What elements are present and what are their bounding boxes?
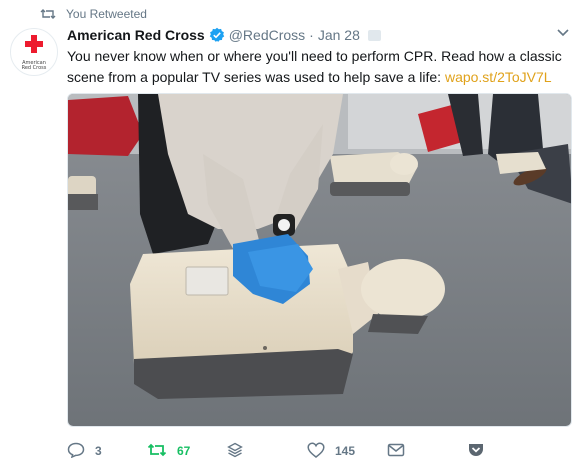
direct-message-button[interactable]: [387, 441, 405, 461]
user-handle[interactable]: @RedCross: [229, 27, 305, 43]
reply-count: 3: [95, 444, 102, 458]
verified-badge-icon: [209, 27, 225, 43]
translate-icon[interactable]: [367, 29, 381, 41]
header-separator: ·: [309, 27, 314, 43]
reply-button[interactable]: 3: [67, 441, 102, 461]
like-button[interactable]: 145: [307, 441, 355, 461]
retweet-context: You Retweeted: [40, 6, 147, 22]
retweet-context-label: You Retweeted: [66, 7, 147, 21]
tweet-link[interactable]: wapo.st/2ToJV7L: [445, 69, 552, 85]
cpr-training-photo: [68, 94, 571, 426]
heart-icon: [307, 442, 325, 461]
avatar-brand-text: American Red Cross: [21, 60, 47, 71]
tweet-date[interactable]: Jan 28: [318, 27, 360, 43]
retweet-icon: [147, 442, 167, 461]
more-options-button[interactable]: [556, 26, 570, 40]
pocket-button[interactable]: [467, 441, 485, 461]
retweet-icon: [40, 7, 56, 21]
display-name[interactable]: American Red Cross: [67, 27, 205, 43]
tweet-header: American Red Cross @RedCross · Jan 28: [67, 26, 381, 44]
envelope-icon: [387, 442, 405, 461]
like-count: 145: [335, 444, 356, 458]
reply-icon: [67, 442, 85, 461]
tweet-photo[interactable]: [67, 93, 572, 427]
stack-icon: [227, 442, 243, 461]
red-cross-logo-icon: [24, 34, 44, 59]
tweet-text: You never know when or where you'll need…: [67, 46, 572, 88]
avatar-text-line2: Red Cross: [21, 64, 47, 71]
pocket-icon: [467, 442, 485, 461]
tweet-actions: 3 67 145: [67, 441, 572, 461]
stack-button[interactable]: [227, 441, 243, 461]
retweet-button[interactable]: 67: [147, 441, 190, 461]
avatar[interactable]: American Red Cross: [10, 28, 58, 76]
retweet-count: 67: [177, 444, 191, 458]
chevron-down-icon: [557, 24, 569, 42]
